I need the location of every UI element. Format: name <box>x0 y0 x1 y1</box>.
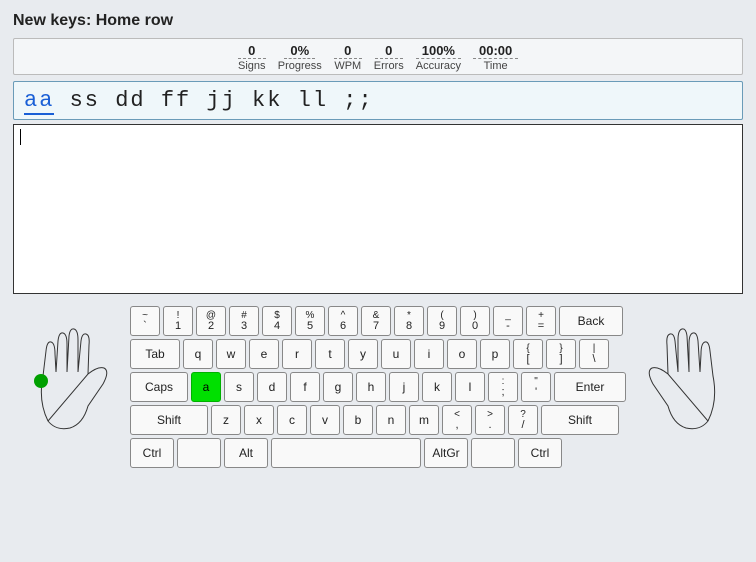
stat-progress-value: 0% <box>284 43 315 59</box>
key-x[interactable]: x <box>244 405 274 435</box>
key-0[interactable]: )0 <box>460 306 490 336</box>
target-rest: ss dd ff jj kk ll ;; <box>54 88 373 113</box>
key-c[interactable]: c <box>277 405 307 435</box>
key-quote[interactable]: "' <box>521 372 551 402</box>
key-tab[interactable]: Tab <box>130 339 180 369</box>
key-6[interactable]: ^6 <box>328 306 358 336</box>
key-v[interactable]: v <box>310 405 340 435</box>
key-8[interactable]: *8 <box>394 306 424 336</box>
stat-signs-value: 0 <box>238 43 266 59</box>
key-\[interactable]: |\ <box>579 339 609 369</box>
cursor <box>20 129 21 145</box>
active-finger-indicator <box>34 374 48 388</box>
key-shift-right[interactable]: Shift <box>541 405 619 435</box>
key-blank-1[interactable] <box>177 438 221 468</box>
stat-time-label: Time <box>484 60 508 72</box>
key-punct-,[interactable]: <, <box>442 405 472 435</box>
right-hand <box>638 306 728 436</box>
key-ctrl-right[interactable]: Ctrl <box>518 438 562 468</box>
stat-wpm: 0 WPM <box>334 43 362 72</box>
key-4[interactable]: $4 <box>262 306 292 336</box>
key-shift-left[interactable]: Shift <box>130 405 208 435</box>
stat-time-value: 00:00 <box>473 43 518 59</box>
key-u[interactable]: u <box>381 339 411 369</box>
key-9[interactable]: (9 <box>427 306 457 336</box>
stat-errors: 0 Errors <box>374 43 404 72</box>
stat-wpm-label: WPM <box>334 60 361 72</box>
key-ctrl-left[interactable]: Ctrl <box>130 438 174 468</box>
key-7[interactable]: &7 <box>361 306 391 336</box>
stat-signs-label: Signs <box>238 60 266 72</box>
key-punct-/[interactable]: ?/ <box>508 405 538 435</box>
stats-bar: 0 Signs 0% Progress 0 WPM 0 Errors 100% … <box>13 38 743 75</box>
key-`[interactable]: ~` <box>130 306 160 336</box>
key-1[interactable]: !1 <box>163 306 193 336</box>
stat-signs: 0 Signs <box>238 43 266 72</box>
key-i[interactable]: i <box>414 339 444 369</box>
stat-errors-value: 0 <box>375 43 403 59</box>
key-5[interactable]: %5 <box>295 306 325 336</box>
key-a[interactable]: a <box>191 372 221 402</box>
key-semicolon[interactable]: :; <box>488 372 518 402</box>
key-o[interactable]: o <box>447 339 477 369</box>
key-t[interactable]: t <box>315 339 345 369</box>
key-caps[interactable]: Caps <box>130 372 188 402</box>
key-b[interactable]: b <box>343 405 373 435</box>
key-h[interactable]: h <box>356 372 386 402</box>
key-r[interactable]: r <box>282 339 312 369</box>
key-s[interactable]: s <box>224 372 254 402</box>
key-=[interactable]: += <box>526 306 556 336</box>
key-punct-.[interactable]: >. <box>475 405 505 435</box>
key-n[interactable]: n <box>376 405 406 435</box>
stat-progress: 0% Progress <box>278 43 322 72</box>
key-altgr[interactable]: AltGr <box>424 438 468 468</box>
key-w[interactable]: w <box>216 339 246 369</box>
key-l[interactable]: l <box>455 372 485 402</box>
virtual-keyboard: ~`!1@2#3$4%5^6&7*8(9)0_-+=Back Tabqwerty… <box>130 306 626 468</box>
key-3[interactable]: #3 <box>229 306 259 336</box>
lesson-title: New keys: Home row <box>0 0 756 38</box>
key-2[interactable]: @2 <box>196 306 226 336</box>
key-k[interactable]: k <box>422 372 452 402</box>
target-next-chars: aa <box>24 88 54 115</box>
stat-accuracy-value: 100% <box>416 43 461 59</box>
stat-wpm-value: 0 <box>334 43 362 59</box>
key-d[interactable]: d <box>257 372 287 402</box>
key-m[interactable]: m <box>409 405 439 435</box>
key-e[interactable]: e <box>249 339 279 369</box>
left-hand <box>28 306 118 436</box>
key-backspace[interactable]: Back <box>559 306 623 336</box>
key-j[interactable]: j <box>389 372 419 402</box>
key-][interactable]: }] <box>546 339 576 369</box>
key-q[interactable]: q <box>183 339 213 369</box>
key-[[interactable]: {[ <box>513 339 543 369</box>
stat-time: 00:00 Time <box>473 43 518 72</box>
stat-errors-label: Errors <box>374 60 404 72</box>
stat-accuracy-label: Accuracy <box>416 60 461 72</box>
key-space[interactable] <box>271 438 421 468</box>
key-blank-2[interactable] <box>471 438 515 468</box>
key-enter[interactable]: Enter <box>554 372 626 402</box>
stat-progress-label: Progress <box>278 60 322 72</box>
key-g[interactable]: g <box>323 372 353 402</box>
typing-input[interactable] <box>13 124 743 294</box>
target-text: aa ss dd ff jj kk ll ;; <box>13 81 743 120</box>
key-alt[interactable]: Alt <box>224 438 268 468</box>
key-z[interactable]: z <box>211 405 241 435</box>
key-y[interactable]: y <box>348 339 378 369</box>
key--[interactable]: _- <box>493 306 523 336</box>
keyboard-area: ~`!1@2#3$4%5^6&7*8(9)0_-+=Back Tabqwerty… <box>0 306 756 468</box>
key-f[interactable]: f <box>290 372 320 402</box>
key-p[interactable]: p <box>480 339 510 369</box>
stat-accuracy: 100% Accuracy <box>416 43 461 72</box>
